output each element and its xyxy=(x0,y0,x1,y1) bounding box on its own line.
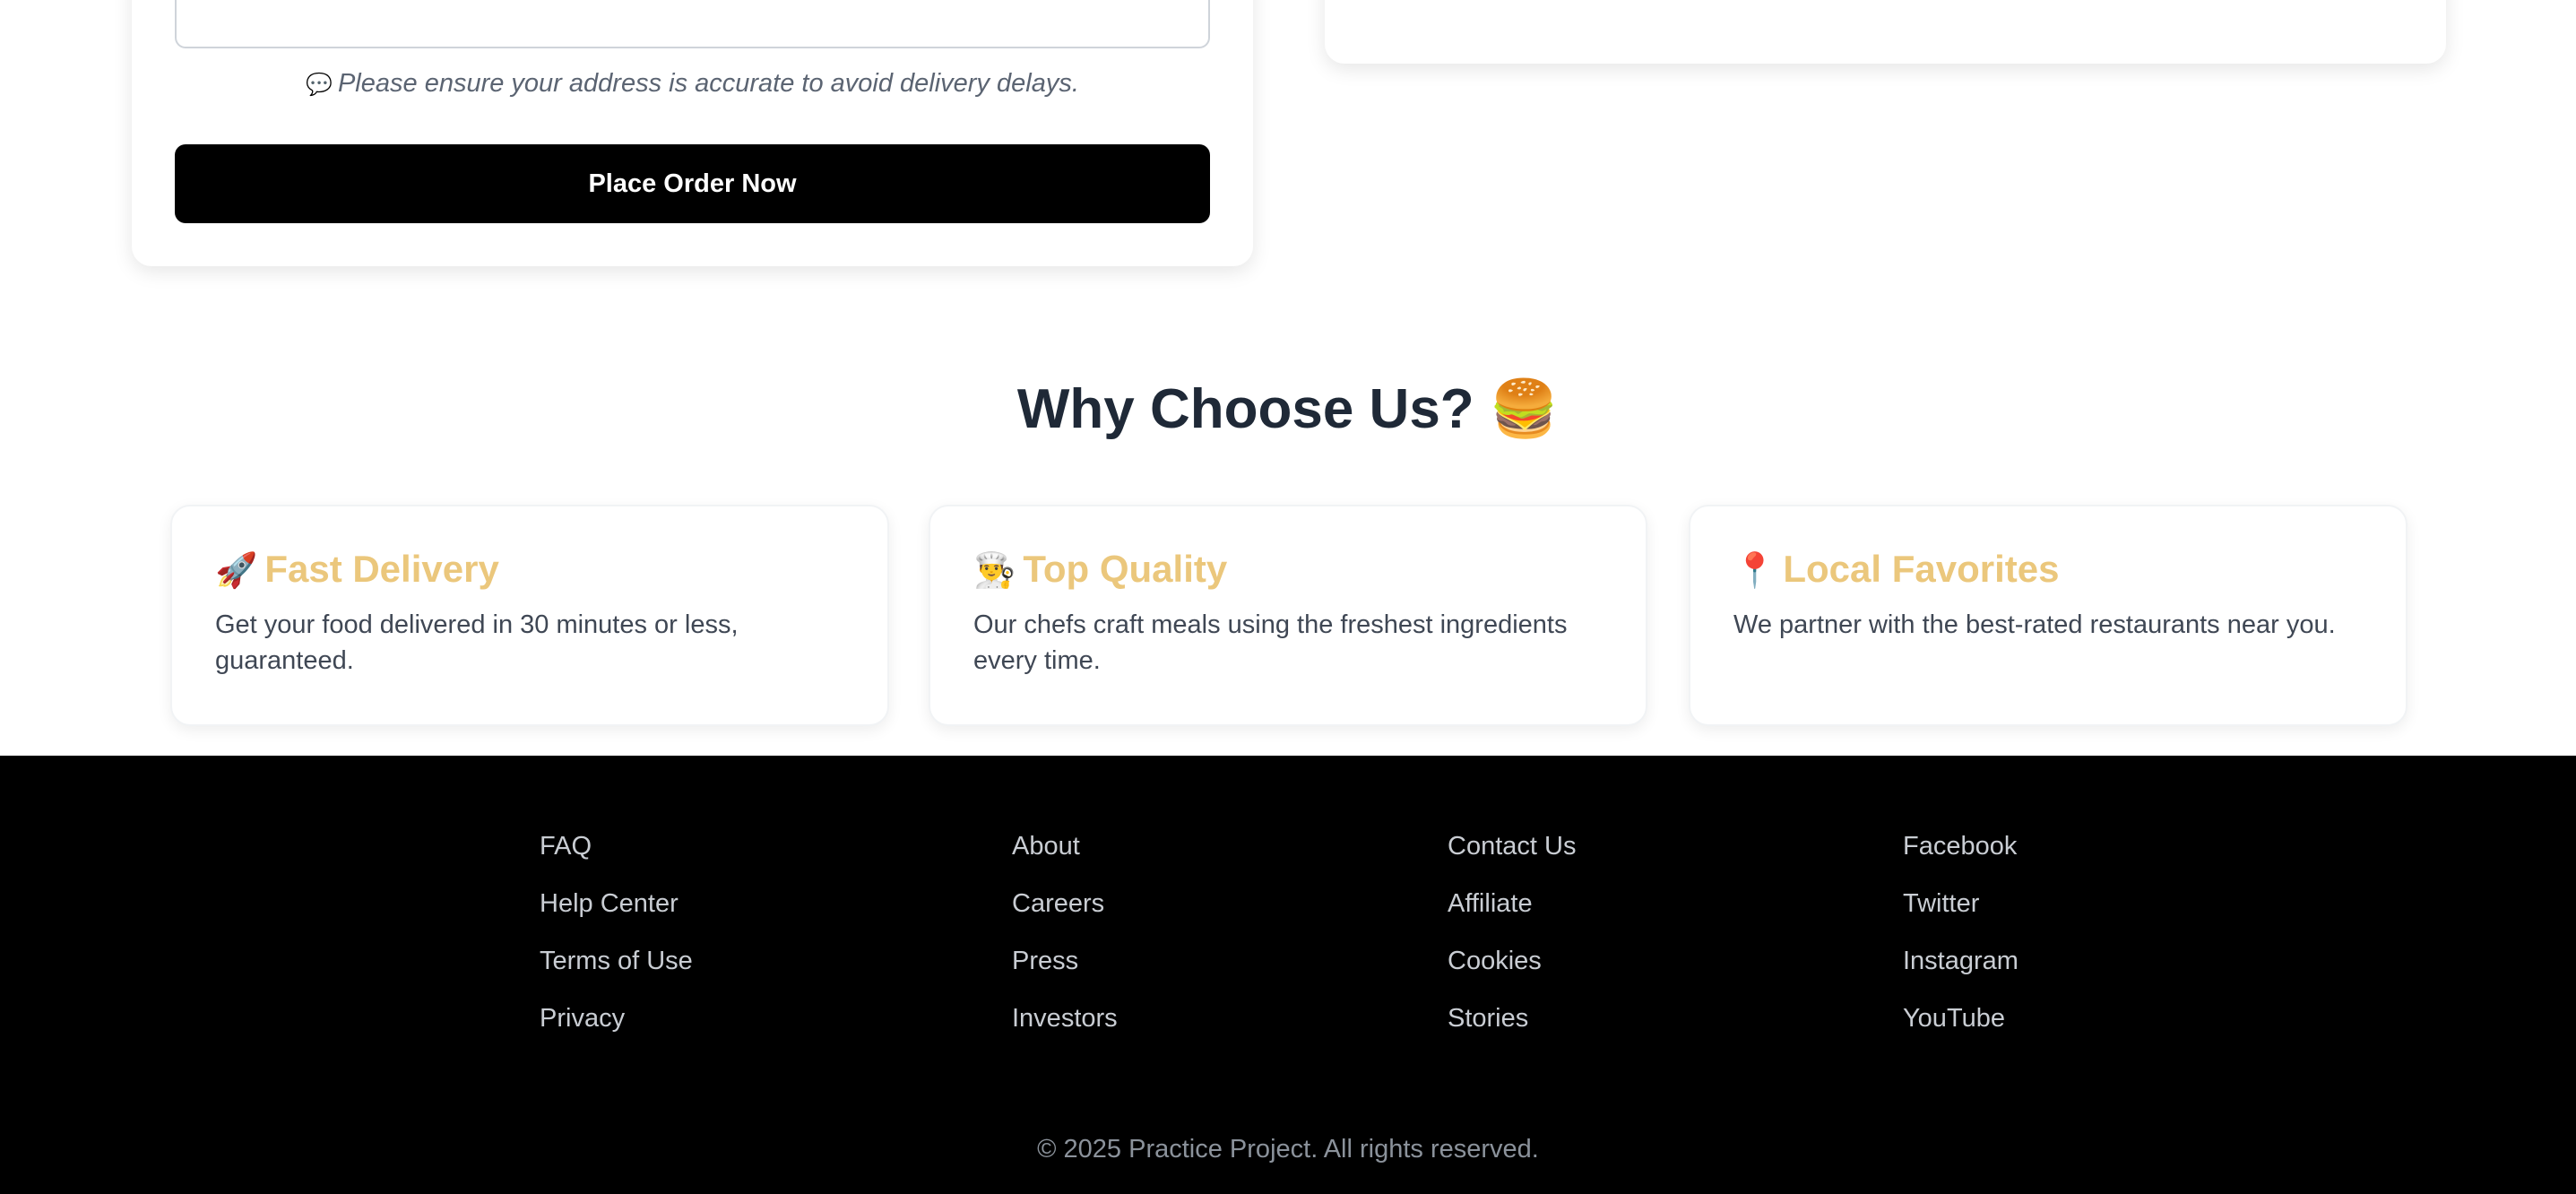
copyright-text: © 2025 Practice Project. All rights rese… xyxy=(1037,1135,1539,1164)
footer-link-careers[interactable]: Careers xyxy=(1012,884,1118,941)
page: 💬 Please ensure your address is accurate … xyxy=(0,0,2576,1194)
feature-card-local-favorites: 📍 Local Favorites We partner with the bes… xyxy=(1689,505,2407,726)
why-choose-us-title: Why Choose Us? xyxy=(1016,378,1474,440)
feature-card-fast-delivery: 🚀 Fast Delivery Get your food delivered i… xyxy=(170,505,889,726)
feature-card-top-quality: 👨‍🍳 Top Quality Our chefs craft meals usi… xyxy=(929,505,1647,726)
rocket-icon: 🚀 xyxy=(215,552,258,590)
footer-link-cookies[interactable]: Cookies xyxy=(1448,941,1576,999)
footer-link-about[interactable]: About xyxy=(1012,826,1118,884)
footer-link-facebook[interactable]: Facebook xyxy=(1903,826,2018,884)
feature-title: 🚀 Fast Delivery xyxy=(215,548,844,591)
why-choose-us-heading: Why Choose Us? 🍔 xyxy=(0,376,2576,442)
site-footer: FAQ Help Center Terms of Use Privacy Abo… xyxy=(0,756,2576,1194)
speech-balloon-icon: 💬 xyxy=(306,73,333,97)
feature-description: Our chefs craft meals using the freshest… xyxy=(973,610,1568,675)
pin-icon: 📍 xyxy=(1733,552,1776,590)
feature-title: 👨‍🍳 Top Quality xyxy=(973,548,1603,591)
footer-link-stories[interactable]: Stories xyxy=(1448,999,1576,1056)
address-field[interactable] xyxy=(175,0,1210,48)
burger-icon: 🍔 xyxy=(1489,378,1560,440)
feature-title-text: Top Quality xyxy=(1023,548,1228,590)
footer-link-faq[interactable]: FAQ xyxy=(540,826,693,884)
feature-title-text: Fast Delivery xyxy=(264,548,499,590)
feature-title: 📍 Local Favorites xyxy=(1733,548,2363,591)
footer-link-contact-us[interactable]: Contact Us xyxy=(1448,826,1576,884)
order-form-card: 💬 Please ensure your address is accurate … xyxy=(132,0,1253,266)
address-note-text: Please ensure your address is accurate t… xyxy=(337,69,1079,98)
footer-link-privacy[interactable]: Privacy xyxy=(540,999,693,1056)
order-summary-card xyxy=(1325,0,2446,64)
footer-link-investors[interactable]: Investors xyxy=(1012,999,1118,1056)
chef-icon: 👨‍🍳 xyxy=(973,552,1016,590)
feature-title-text: Local Favorites xyxy=(1783,548,2060,590)
address-note: 💬 Please ensure your address is accurate … xyxy=(132,69,1253,99)
feature-description: We partner with the best-rated restauran… xyxy=(1733,610,2336,639)
footer-link-youtube[interactable]: YouTube xyxy=(1903,999,2018,1056)
footer-column-help: FAQ Help Center Terms of Use Privacy xyxy=(540,826,693,1056)
footer-link-press[interactable]: Press xyxy=(1012,941,1118,999)
footer-link-affiliate[interactable]: Affiliate xyxy=(1448,884,1576,941)
footer-column-company: About Careers Press Investors xyxy=(1012,826,1118,1056)
footer-link-terms-of-use[interactable]: Terms of Use xyxy=(540,941,693,999)
footer-column-more: Contact Us Affiliate Cookies Stories xyxy=(1448,826,1576,1056)
place-order-button[interactable]: Place Order Now xyxy=(175,144,1210,223)
footer-link-twitter[interactable]: Twitter xyxy=(1903,884,2018,941)
footer-column-social: Facebook Twitter Instagram YouTube xyxy=(1903,826,2018,1056)
footer-link-help-center[interactable]: Help Center xyxy=(540,884,693,941)
footer-link-instagram[interactable]: Instagram xyxy=(1903,941,2018,999)
feature-description: Get your food delivered in 30 minutes or… xyxy=(215,610,739,675)
